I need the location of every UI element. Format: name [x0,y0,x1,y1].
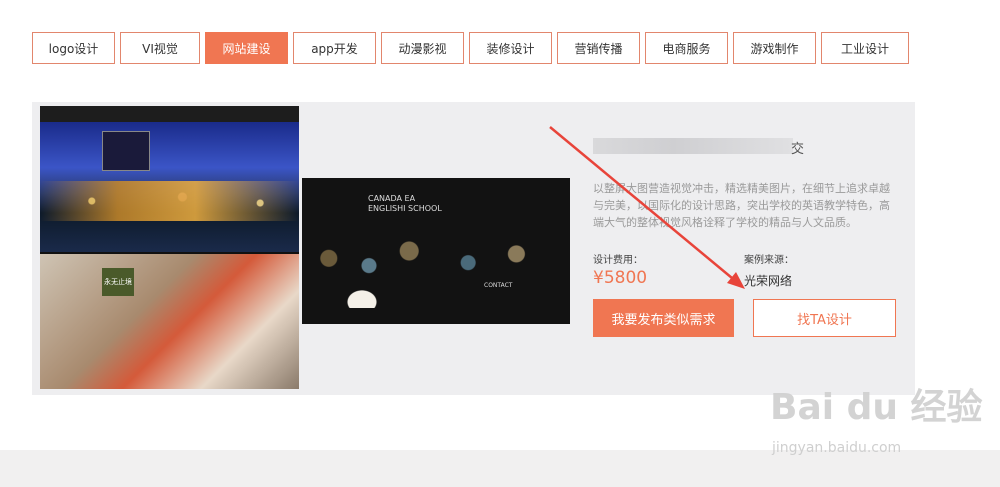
tab-app[interactable]: app开发 [293,32,376,64]
students-photo [40,254,299,389]
tab-animation[interactable]: 动漫影视 [381,32,464,64]
tab-marketing[interactable]: 营销传播 [557,32,640,64]
school-title-line1: CANADA EA [368,194,416,203]
tab-logo[interactable]: logo设计 [32,32,115,64]
tab-industrial[interactable]: 工业设计 [821,32,909,64]
case-description: 以整屏大图营造视觉冲击，精选精美图片，在细节上追求卓越与完美，以国际化的设计思路… [593,182,890,229]
price-value: ¥5800 [593,268,648,288]
tab-game[interactable]: 游戏制作 [733,32,816,64]
case-info: 交 以整屏大图营造视觉冲击，精选精美图片，在细节上追求卓越与完美，以国际化的设计… [593,102,915,395]
school-title: CANADA EA ENGLISHI SCHOOL [368,194,442,214]
find-designer-button[interactable]: 找TA设计 [753,299,896,337]
tab-decoration[interactable]: 装修设计 [469,32,552,64]
tab-web[interactable]: 网站建设 [205,32,288,64]
baidu-watermark-url: jingyan.baidu.com [772,440,902,456]
school-badge [102,131,150,171]
slogan-tag: 永无止境 [102,268,134,296]
city-lights [40,181,299,221]
case-gallery[interactable]: 永无止境 CANADA EA ENGLISHI SCHOOL CONTACT [40,106,570,389]
website-screenshot-home[interactable]: 永无止境 [40,106,299,389]
case-title-suffix: 交 [791,142,805,157]
case-title-blurred [593,138,793,154]
source-label: 案例来源： [744,255,794,266]
baidu-watermark-logo: Bai du 经验 [770,387,983,428]
flower-image [332,278,392,308]
website-screenshot-dark[interactable]: CANADA EA ENGLISHI SCHOOL CONTACT [302,178,570,324]
source-value: 光荣网络 [744,274,793,288]
publish-request-button[interactable]: 我要发布类似需求 [593,299,734,337]
tab-ecommerce[interactable]: 电商服务 [645,32,728,64]
contact-label: CONTACT [484,282,513,289]
school-title-line2: ENGLISHI SCHOOL [368,204,442,213]
site-navbar [40,106,299,122]
tab-vi[interactable]: VI视觉 [120,32,200,64]
case-card: 永无止境 CANADA EA ENGLISHI SCHOOL CONTACT 交… [32,102,915,395]
category-tabs: logo设计 VI视觉 网站建设 app开发 动漫影视 装修设计 营销传播 电商… [32,32,914,64]
fee-label: 设计费用： [593,255,643,266]
